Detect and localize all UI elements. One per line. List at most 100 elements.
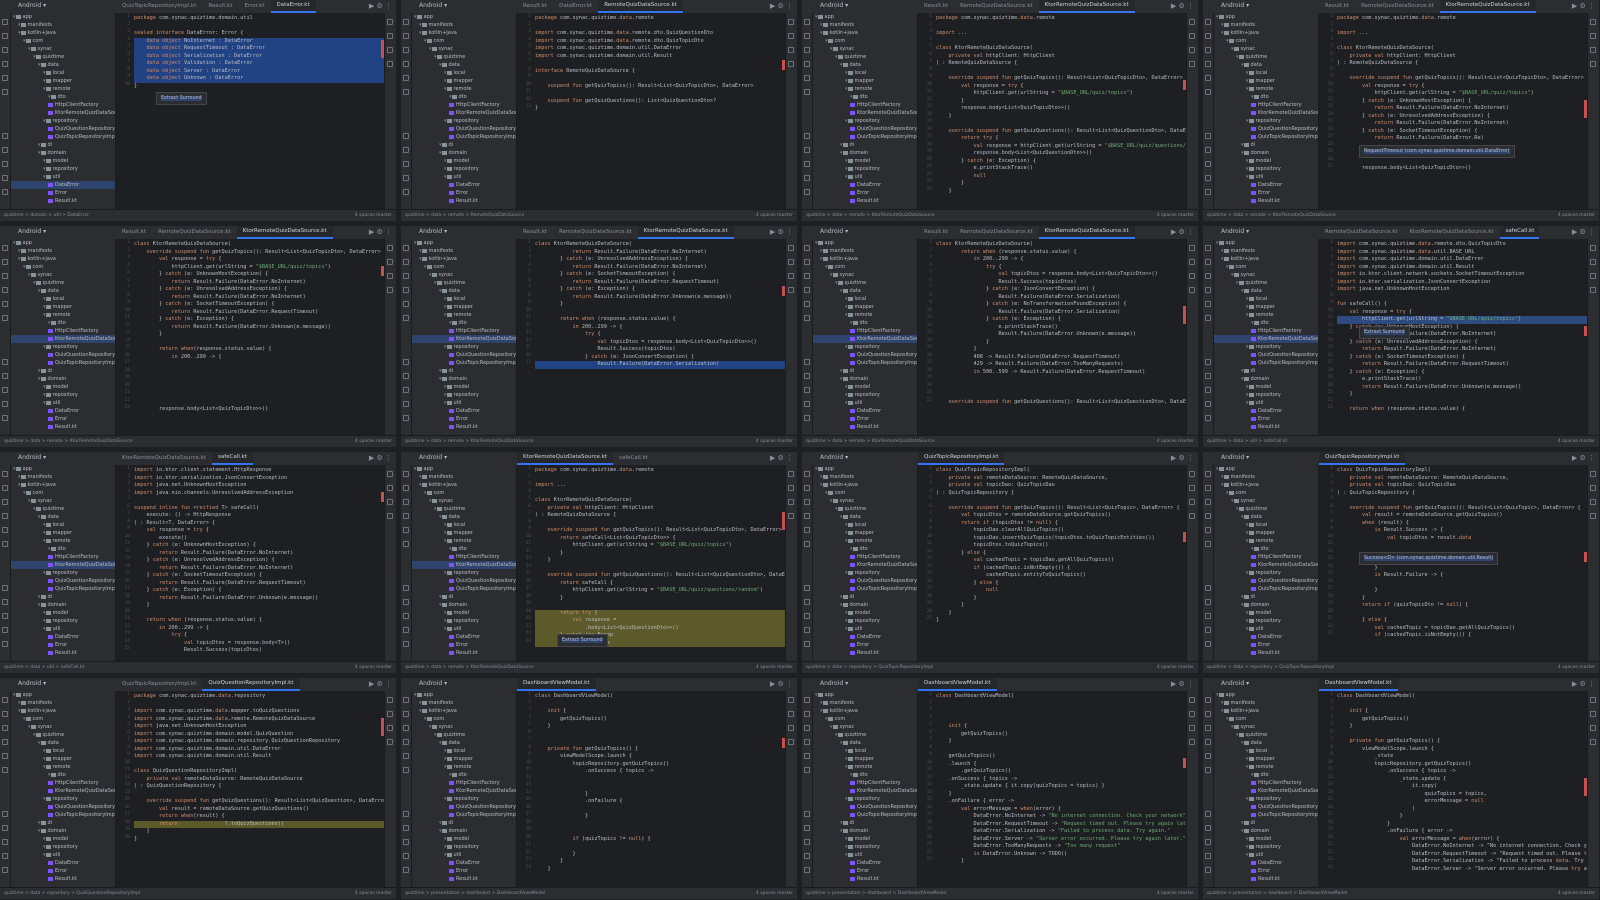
- tree-item[interactable]: ▾ quiztime: [813, 505, 917, 513]
- tool-window-icon[interactable]: [804, 301, 810, 307]
- tree-item[interactable]: ▾ quiztime: [412, 505, 516, 513]
- tree-item[interactable]: ▾ di: [813, 819, 917, 827]
- tree-item[interactable]: ▾ kotlin+java: [412, 29, 516, 37]
- tree-item[interactable]: ▾ util: [11, 399, 115, 407]
- tool-window-icon[interactable]: [387, 471, 393, 477]
- tree-item[interactable]: ▾ quiztime: [11, 731, 115, 739]
- tree-item[interactable]: ▾ data: [1214, 739, 1318, 747]
- tool-window-icon[interactable]: [1205, 161, 1211, 167]
- tool-window-icon[interactable]: [1590, 711, 1596, 717]
- tree-item[interactable]: DataError: [1214, 859, 1318, 867]
- tree-item[interactable]: KtorRemoteQuizDataSource: [1214, 787, 1318, 795]
- tree-item[interactable]: ▾ mapper: [1214, 303, 1318, 311]
- tool-window-icon[interactable]: [1205, 513, 1211, 519]
- tool-window-icon[interactable]: [403, 739, 409, 745]
- tool-window-icon[interactable]: [1205, 373, 1211, 379]
- tree-item[interactable]: ▾ app: [412, 465, 516, 473]
- window-controls[interactable]: ▶ ⚙ ⋮: [369, 680, 392, 688]
- editor-tab[interactable]: DashboardViewModel.kt: [1319, 678, 1398, 691]
- tool-window-icon[interactable]: [1205, 75, 1211, 81]
- editor-tab[interactable]: Error.kt: [239, 0, 271, 13]
- tool-window-icon[interactable]: [2, 175, 8, 181]
- tool-window-icon[interactable]: [2, 61, 8, 67]
- tree-item[interactable]: ▾ com: [1214, 715, 1318, 723]
- tree-item[interactable]: ▾ quiztime: [11, 53, 115, 61]
- tool-window-icon[interactable]: [1205, 471, 1211, 477]
- tool-window-icon[interactable]: [403, 61, 409, 67]
- code-area[interactable]: import io.ktor.client.statement.HttpResp…: [134, 467, 384, 655]
- tool-window-icon[interactable]: [1205, 401, 1211, 407]
- tree-item[interactable]: ▾ com: [412, 263, 516, 271]
- editor-tab[interactable]: KtorRemoteQuizDataSource.kt: [1038, 226, 1135, 239]
- editor-tab[interactable]: safeCall.kt: [1499, 226, 1539, 239]
- tree-item[interactable]: Result.kt: [412, 197, 516, 205]
- editor-tab[interactable]: Result.kt: [918, 226, 954, 239]
- tree-item[interactable]: ▾ util: [1214, 851, 1318, 859]
- tree-item[interactable]: Error: [11, 415, 115, 423]
- tree-item[interactable]: ▾ local: [813, 295, 917, 303]
- tool-window-icon[interactable]: [788, 499, 794, 505]
- tree-item[interactable]: ▾ repository: [813, 843, 917, 851]
- editor-tab[interactable]: Result.kt: [116, 226, 152, 239]
- tree-item[interactable]: ▾ model: [1214, 383, 1318, 391]
- tool-window-icon[interactable]: [1205, 273, 1211, 279]
- tree-item[interactable]: QuizTopicRepositoryImpl: [1214, 359, 1318, 367]
- tool-window-icon[interactable]: [403, 485, 409, 491]
- tree-item[interactable]: ▾ manifests: [813, 699, 917, 707]
- tool-window-icon[interactable]: [804, 613, 810, 619]
- tree-item[interactable]: ▾ di: [813, 141, 917, 149]
- tool-window-icon[interactable]: [403, 527, 409, 533]
- window-controls[interactable]: ▶ ⚙ ⋮: [1171, 680, 1194, 688]
- tree-item[interactable]: QuizTopicRepositoryImpl: [1214, 133, 1318, 141]
- tree-item[interactable]: ▾ local: [1214, 747, 1318, 755]
- tree-item[interactable]: Result.kt: [11, 875, 115, 883]
- tree-item[interactable]: ▾ repository: [412, 391, 516, 399]
- tree-item[interactable]: ▾ repository: [412, 795, 516, 803]
- tree-item[interactable]: DataError: [1214, 633, 1318, 641]
- tree-item[interactable]: ▾ app: [412, 691, 516, 699]
- tree-item[interactable]: QuizTopicRepositoryImpl: [412, 133, 516, 141]
- editor-tab[interactable]: QuizTopicRepositoryImpl.kt: [116, 678, 202, 691]
- tool-window-icon[interactable]: [387, 739, 393, 745]
- tree-item[interactable]: Result.kt: [1214, 197, 1318, 205]
- tree-item[interactable]: ▾ util: [1214, 625, 1318, 633]
- tree-item[interactable]: ▾ quiztime: [1214, 731, 1318, 739]
- tool-window-icon[interactable]: [2, 359, 8, 365]
- tree-item[interactable]: ▾ data: [412, 61, 516, 69]
- project-selector[interactable]: Android ▾: [820, 228, 848, 235]
- tree-item[interactable]: QuizTopicRepositoryImpl: [11, 811, 115, 819]
- tree-item[interactable]: ▾ app: [11, 239, 115, 247]
- tool-window-icon[interactable]: [1590, 499, 1596, 505]
- tool-window-icon[interactable]: [788, 725, 794, 731]
- tool-window-icon[interactable]: [2, 373, 8, 379]
- tree-item[interactable]: ▾ util: [412, 173, 516, 181]
- tree-item[interactable]: QuizQuestionRepositoryImpl: [11, 125, 115, 133]
- tree-item[interactable]: Result.kt: [412, 649, 516, 657]
- tree-item[interactable]: ▾ dto: [1214, 771, 1318, 779]
- tree-item[interactable]: HttpClientFactory: [412, 779, 516, 787]
- tool-window-icon[interactable]: [1205, 415, 1211, 421]
- code-area[interactable]: package com.synac.quiztime.data.remote im…: [535, 467, 785, 647]
- tree-item[interactable]: ▾ dto: [11, 319, 115, 327]
- tool-window-icon[interactable]: [403, 627, 409, 633]
- tree-item[interactable]: QuizTopicRepositoryImpl: [813, 811, 917, 819]
- tree-item[interactable]: ▾ domain: [1214, 375, 1318, 383]
- tree-item[interactable]: ▾ quiztime: [412, 279, 516, 287]
- tree-item[interactable]: QuizQuestionRepositoryImpl: [1214, 125, 1318, 133]
- tool-window-icon[interactable]: [1189, 245, 1195, 251]
- tool-window-icon[interactable]: [788, 739, 794, 745]
- tool-window-icon[interactable]: [788, 471, 794, 477]
- tree-item[interactable]: ▾ kotlin+java: [1214, 707, 1318, 715]
- tree-item[interactable]: HttpClientFactory: [1214, 779, 1318, 787]
- tool-window-icon[interactable]: [804, 75, 810, 81]
- editor-tab[interactable]: Result.kt: [1319, 0, 1355, 13]
- tree-item[interactable]: ▾ remote: [813, 763, 917, 771]
- tree-item[interactable]: HttpClientFactory: [1214, 101, 1318, 109]
- tree-item[interactable]: ▾ manifests: [813, 21, 917, 29]
- tool-window-icon[interactable]: [387, 725, 393, 731]
- breadcrumb[interactable]: quiztime > data > remote > KtorRemoteQui…: [405, 436, 534, 447]
- editor-tab[interactable]: QuizTopicRepositoryImpl.kt: [116, 0, 202, 13]
- tool-window-icon[interactable]: [804, 471, 810, 477]
- tool-window-icon[interactable]: [403, 161, 409, 167]
- tree-item[interactable]: QuizQuestionRepositoryImpl: [1214, 351, 1318, 359]
